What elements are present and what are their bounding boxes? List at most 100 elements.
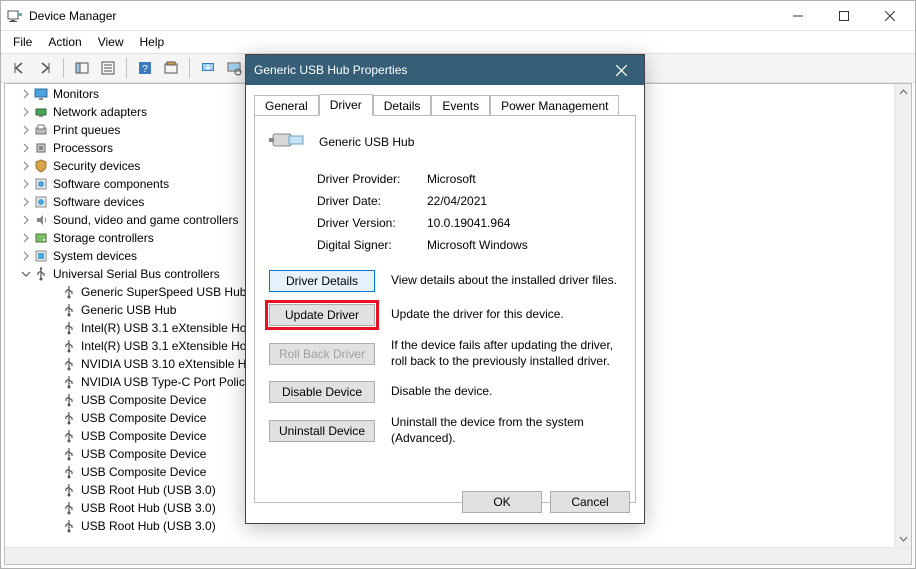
twisty-placeholder: · xyxy=(47,303,61,317)
twisty-placeholder: · xyxy=(47,357,61,371)
twisty-placeholder: · xyxy=(47,447,61,461)
forward-icon[interactable] xyxy=(33,56,57,80)
usb-icon xyxy=(61,500,77,516)
usb-icon xyxy=(61,392,77,408)
chevron-right-icon[interactable] xyxy=(19,213,33,227)
vertical-scrollbar[interactable] xyxy=(894,84,911,547)
window-title: Device Manager xyxy=(29,9,116,23)
chevron-right-icon[interactable] xyxy=(19,105,33,119)
tab-driver[interactable]: Driver xyxy=(319,94,373,116)
tree-category-label: Software devices xyxy=(53,193,144,211)
component-icon xyxy=(33,176,49,192)
twisty-placeholder: · xyxy=(47,285,61,299)
twisty-placeholder: · xyxy=(47,501,61,515)
driver-provider-label: Driver Provider: xyxy=(317,172,427,186)
chevron-right-icon[interactable] xyxy=(19,231,33,245)
driver-date-label: Driver Date: xyxy=(317,194,427,208)
chevron-right-icon[interactable] xyxy=(19,159,33,173)
device-manager-window: Device Manager File Action View Help ? xyxy=(0,0,916,569)
dialog-titlebar[interactable]: Generic USB Hub Properties xyxy=(246,55,644,85)
scroll-down-icon[interactable] xyxy=(895,530,912,547)
tree-category-label: Security devices xyxy=(53,157,140,175)
driver-date-value: 22/04/2021 xyxy=(427,194,621,208)
twisty-placeholder: · xyxy=(47,519,61,533)
driver-details-desc: View details about the installed driver … xyxy=(391,273,621,289)
chevron-right-icon[interactable] xyxy=(19,249,33,263)
cancel-button[interactable]: Cancel xyxy=(550,491,630,513)
chevron-right-icon[interactable] xyxy=(19,195,33,209)
properties-dialog: Generic USB Hub Properties General Drive… xyxy=(245,54,645,524)
scroll-up-icon[interactable] xyxy=(895,84,912,101)
driver-details-button[interactable]: Driver Details xyxy=(269,270,375,292)
monitor-icon xyxy=(33,86,49,102)
dialog-close-button[interactable] xyxy=(606,55,636,85)
menu-help[interactable]: Help xyxy=(132,33,173,51)
update-driver-desc: Update the driver for this device. xyxy=(391,307,621,323)
maximize-button[interactable] xyxy=(821,1,867,31)
horizontal-scrollbar[interactable] xyxy=(5,547,911,564)
scan-icon[interactable] xyxy=(222,56,246,80)
twisty-placeholder: · xyxy=(47,429,61,443)
twisty-placeholder: · xyxy=(47,375,61,389)
help-icon[interactable]: ? xyxy=(133,56,157,80)
chevron-right-icon[interactable] xyxy=(19,123,33,137)
driver-info-grid: Driver Provider: Microsoft Driver Date: … xyxy=(317,172,621,252)
usb-icon xyxy=(61,284,77,300)
update-driver-button[interactable]: Update Driver xyxy=(269,304,375,326)
dialog-buttons: OK Cancel xyxy=(462,491,630,513)
twisty-placeholder: · xyxy=(47,321,61,335)
menu-action[interactable]: Action xyxy=(40,33,89,51)
usb-icon xyxy=(61,428,77,444)
show-hide-icon[interactable] xyxy=(70,56,94,80)
twisty-placeholder: · xyxy=(47,465,61,479)
tree-device-label: Generic USB Hub xyxy=(81,301,176,319)
roll-back-driver-button: Roll Back Driver xyxy=(269,343,375,365)
usb-icon xyxy=(61,338,77,354)
minimize-button[interactable] xyxy=(775,1,821,31)
titlebar: Device Manager xyxy=(1,1,915,31)
uninstall-device-desc: Uninstall the device from the system (Ad… xyxy=(391,415,621,446)
usb-icon xyxy=(61,356,77,372)
tree-device-label: USB Composite Device xyxy=(81,409,206,427)
menu-file[interactable]: File xyxy=(5,33,40,51)
chevron-down-icon[interactable] xyxy=(19,267,33,281)
menu-view[interactable]: View xyxy=(90,33,132,51)
cpu-icon xyxy=(33,140,49,156)
usb-icon xyxy=(61,518,77,534)
twisty-placeholder: · xyxy=(47,411,61,425)
chevron-right-icon[interactable] xyxy=(19,87,33,101)
tree-category-label: Processors xyxy=(53,139,113,157)
chevron-right-icon[interactable] xyxy=(19,141,33,155)
close-button[interactable] xyxy=(867,1,913,31)
ok-button[interactable]: OK xyxy=(462,491,542,513)
tree-device-label: Generic SuperSpeed USB Hub xyxy=(81,283,246,301)
update-icon[interactable] xyxy=(196,56,220,80)
tree-device-label: USB Root Hub (USB 3.0) xyxy=(81,517,216,535)
menubar: File Action View Help xyxy=(1,31,915,53)
usb-icon xyxy=(61,374,77,390)
tab-strip: General Driver Details Events Power Mana… xyxy=(246,85,644,115)
tree-device-label: USB Composite Device xyxy=(81,427,206,445)
component-icon xyxy=(33,194,49,210)
toolbar-separator xyxy=(63,58,64,78)
back-icon[interactable] xyxy=(7,56,31,80)
usb-icon xyxy=(61,446,77,462)
tree-device-label: USB Root Hub (USB 3.0) xyxy=(81,499,216,517)
disable-device-desc: Disable the device. xyxy=(391,384,621,400)
tab-details[interactable]: Details xyxy=(373,95,432,116)
disable-device-button[interactable]: Disable Device xyxy=(269,381,375,403)
properties-icon[interactable] xyxy=(96,56,120,80)
chevron-right-icon[interactable] xyxy=(19,177,33,191)
toolbar-separator xyxy=(189,58,190,78)
twisty-placeholder: · xyxy=(47,393,61,407)
tab-general[interactable]: General xyxy=(254,95,319,116)
tree-category-label: Sound, video and game controllers xyxy=(53,211,238,229)
tab-events[interactable]: Events xyxy=(431,95,490,116)
uninstall-device-button[interactable]: Uninstall Device xyxy=(269,420,375,442)
svg-text:?: ? xyxy=(142,64,148,75)
device-header: Generic USB Hub xyxy=(269,128,621,156)
usb-device-icon xyxy=(269,128,309,156)
usb-icon xyxy=(61,410,77,426)
tab-power-management[interactable]: Power Management xyxy=(490,95,619,116)
action-icon[interactable] xyxy=(159,56,183,80)
